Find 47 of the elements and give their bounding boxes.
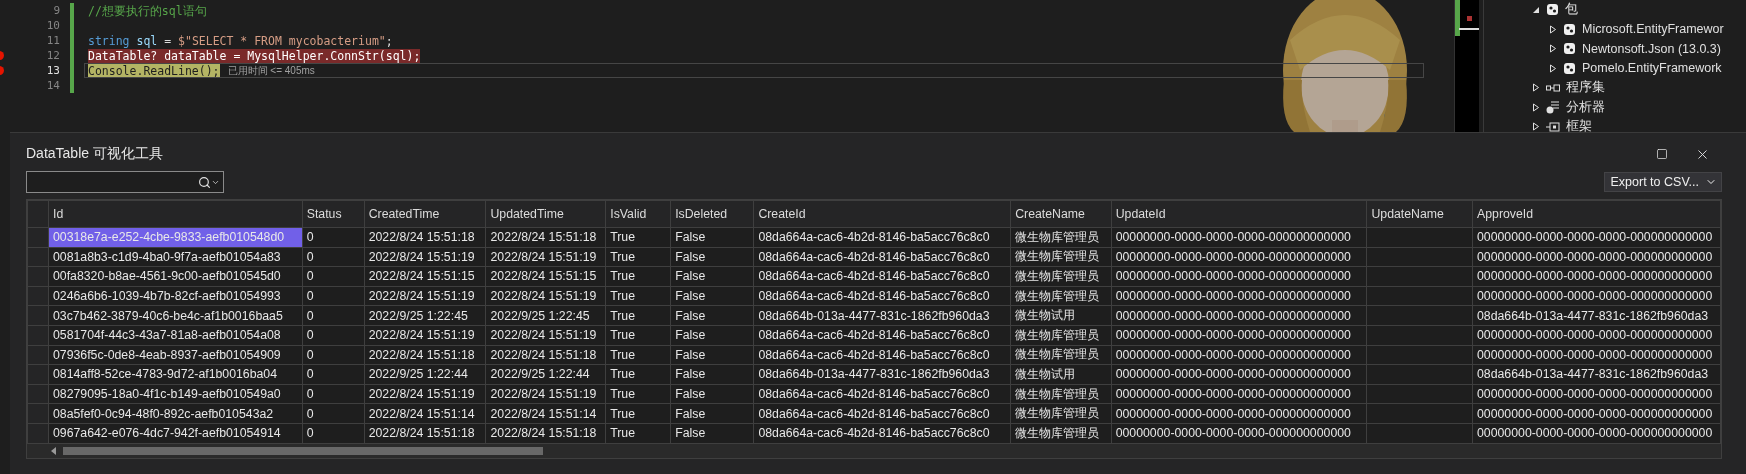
dialog-title: DataTable 可视化工具 <box>26 145 164 163</box>
tree-item[interactable]: 包 <box>1565 1 1578 19</box>
search-field[interactable] <box>26 171 224 193</box>
column-header[interactable]: UpdatedTime <box>485 200 606 228</box>
expanded-arrow-icon[interactable] <box>1532 5 1540 14</box>
column-header[interactable]: CreateName <box>1010 200 1112 228</box>
line-number: 14 <box>46 79 61 92</box>
column-header[interactable]: UpdateName <box>1366 200 1473 228</box>
collapsed-arrow-icon[interactable] <box>1549 44 1557 54</box>
column-header[interactable]: ApproveId <box>1472 200 1721 228</box>
column-header[interactable]: CreatedTime <box>364 200 486 228</box>
column-header[interactable]: IsValid <box>605 200 671 228</box>
line-number: 10 <box>46 19 61 32</box>
tree-item[interactable]: Pomelo.EntityFramework <box>1582 61 1722 76</box>
line-number: 9 <box>53 4 61 17</box>
framework-icon <box>1546 121 1560 132</box>
package-icon <box>1546 3 1559 17</box>
elapsed-time-hint: 已用时间 <= 405ms <box>227 63 315 78</box>
column-header[interactable]: Id <box>48 200 303 228</box>
column-header[interactable]: UpdateId <box>1111 200 1367 228</box>
column-header[interactable]: IsDeleted <box>670 200 754 228</box>
collapsed-arrow-icon[interactable] <box>1532 102 1540 112</box>
collapsed-arrow-icon[interactable] <box>1549 63 1557 73</box>
code-line: string sql = $"SELECT * FROM mycobacterium"; <box>88 33 393 48</box>
tree-item[interactable]: 程序集 <box>1566 79 1605 97</box>
maximize-icon <box>1656 148 1668 160</box>
tree-item[interactable]: 框架 <box>1566 118 1592 132</box>
package-icon <box>1563 42 1576 56</box>
tree-item[interactable]: 分析器 <box>1566 98 1605 116</box>
tree-item[interactable]: Microsoft.EntityFramewor <box>1582 22 1724 37</box>
assembly-icon <box>1546 82 1560 93</box>
column-header[interactable]: Status <box>302 200 365 228</box>
export-button[interactable]: Export to CSV... <box>1603 172 1722 192</box>
scroll-left-icon[interactable] <box>51 446 57 455</box>
line-number: 12 <box>46 49 61 62</box>
collapsed-arrow-icon[interactable] <box>1549 24 1557 34</box>
package-icon <box>1563 61 1576 75</box>
line-number: 13 <box>46 64 61 77</box>
code-line: //想要执行的sql语句 <box>88 3 207 18</box>
analyzer-icon <box>1546 100 1560 115</box>
line-number: 11 <box>46 34 61 47</box>
package-icon <box>1563 22 1576 36</box>
overview-margin[interactable] <box>1454 0 1479 132</box>
collapsed-arrow-icon[interactable] <box>1532 122 1540 132</box>
tree-item[interactable]: Newtonsoft.Json (13.0.3) <box>1582 41 1721 56</box>
column-header[interactable]: CreateId <box>753 200 1011 228</box>
collapsed-arrow-icon[interactable] <box>1532 83 1540 93</box>
